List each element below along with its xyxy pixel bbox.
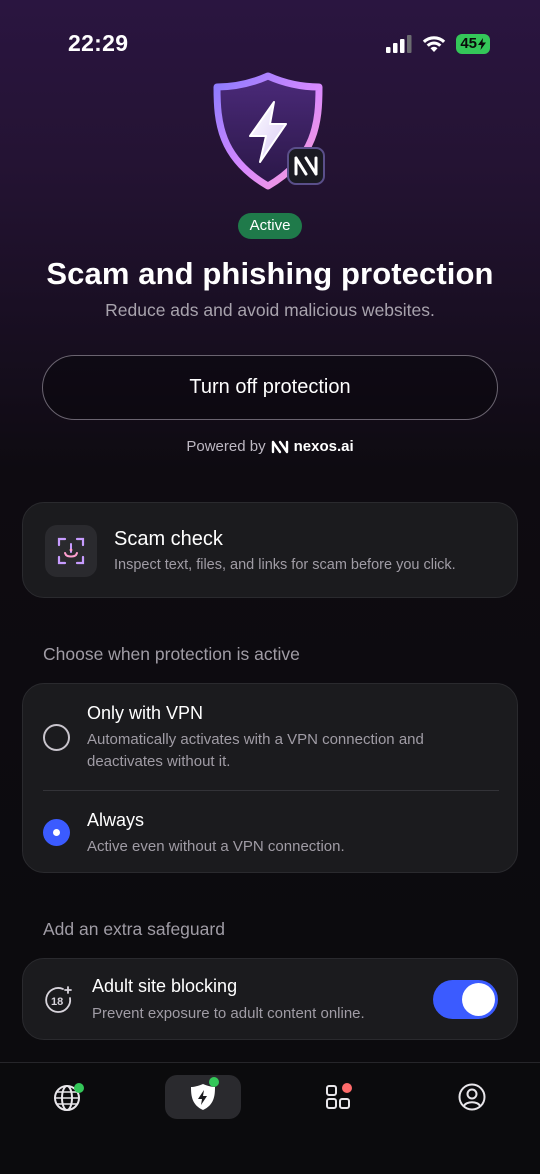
radio-only-with-vpn[interactable] xyxy=(43,724,70,751)
charging-bolt-icon xyxy=(478,38,486,50)
page-subtitle: Reduce ads and avoid malicious websites. xyxy=(105,300,435,320)
powered-by: Powered by nexos.ai xyxy=(0,438,540,455)
age-18-text: 18 xyxy=(51,996,63,1008)
adult-blocking-title: Adult site blocking xyxy=(92,976,238,996)
option-title: Only with VPN xyxy=(87,703,204,723)
battery-level: 45 xyxy=(460,35,477,52)
adult-site-blocking-card: 18 Adult site blocking Prevent exposure … xyxy=(22,958,518,1040)
shield-bolt-hero-icon xyxy=(213,72,325,190)
adult-blocking-toggle[interactable] xyxy=(433,980,498,1019)
apps-notification-dot xyxy=(342,1083,352,1093)
profile-icon xyxy=(458,1083,486,1111)
globe-status-dot xyxy=(74,1083,84,1093)
protection-mode-label: Choose when protection is active xyxy=(43,644,300,664)
option-title: Always xyxy=(87,810,145,830)
tab-profile[interactable] xyxy=(434,1075,510,1119)
scan-face-icon xyxy=(57,537,85,565)
powered-by-brand: nexos.ai xyxy=(293,438,354,455)
toggle-knob xyxy=(462,983,495,1016)
status-badge: Active xyxy=(238,213,302,239)
scam-check-icon-box xyxy=(45,525,97,577)
scam-check-card[interactable]: Scam check Inspect text, files, and link… xyxy=(22,502,518,598)
option-description: Automatically activates with a VPN conne… xyxy=(87,731,424,770)
status-icons: 45 xyxy=(386,34,490,54)
turn-off-protection-button[interactable]: Turn off protection xyxy=(42,355,498,420)
extra-safeguard-label: Add an extra safeguard xyxy=(43,919,225,939)
wifi-icon xyxy=(423,36,446,52)
status-time: 22:29 xyxy=(68,30,129,56)
tab-bar xyxy=(0,1062,540,1174)
option-description: Active even without a VPN connection. xyxy=(87,838,345,855)
tab-apps[interactable] xyxy=(300,1075,376,1119)
nexos-logo-icon xyxy=(271,440,288,453)
battery-indicator: 45 xyxy=(456,34,490,54)
age-18-plus-icon: 18 xyxy=(45,986,72,1013)
signal-icon xyxy=(386,35,412,53)
page-title: Scam and phishing protection xyxy=(46,256,494,291)
tab-protection[interactable] xyxy=(165,1075,241,1119)
option-only-with-vpn[interactable]: Only with VPN Automatically activates wi… xyxy=(23,684,519,790)
protection-mode-card: Only with VPN Automatically activates wi… xyxy=(22,683,518,873)
protection-status-dot xyxy=(209,1077,219,1087)
tab-globe[interactable] xyxy=(30,1075,106,1119)
scam-check-description: Inspect text, files, and links for scam … xyxy=(114,557,456,573)
adult-blocking-description: Prevent exposure to adult content online… xyxy=(92,1005,365,1022)
option-always[interactable]: Always Active even without a VPN connect… xyxy=(23,790,519,874)
scam-check-title: Scam check xyxy=(114,528,223,550)
radio-always[interactable] xyxy=(43,819,70,846)
powered-by-prefix: Powered by xyxy=(186,438,266,455)
